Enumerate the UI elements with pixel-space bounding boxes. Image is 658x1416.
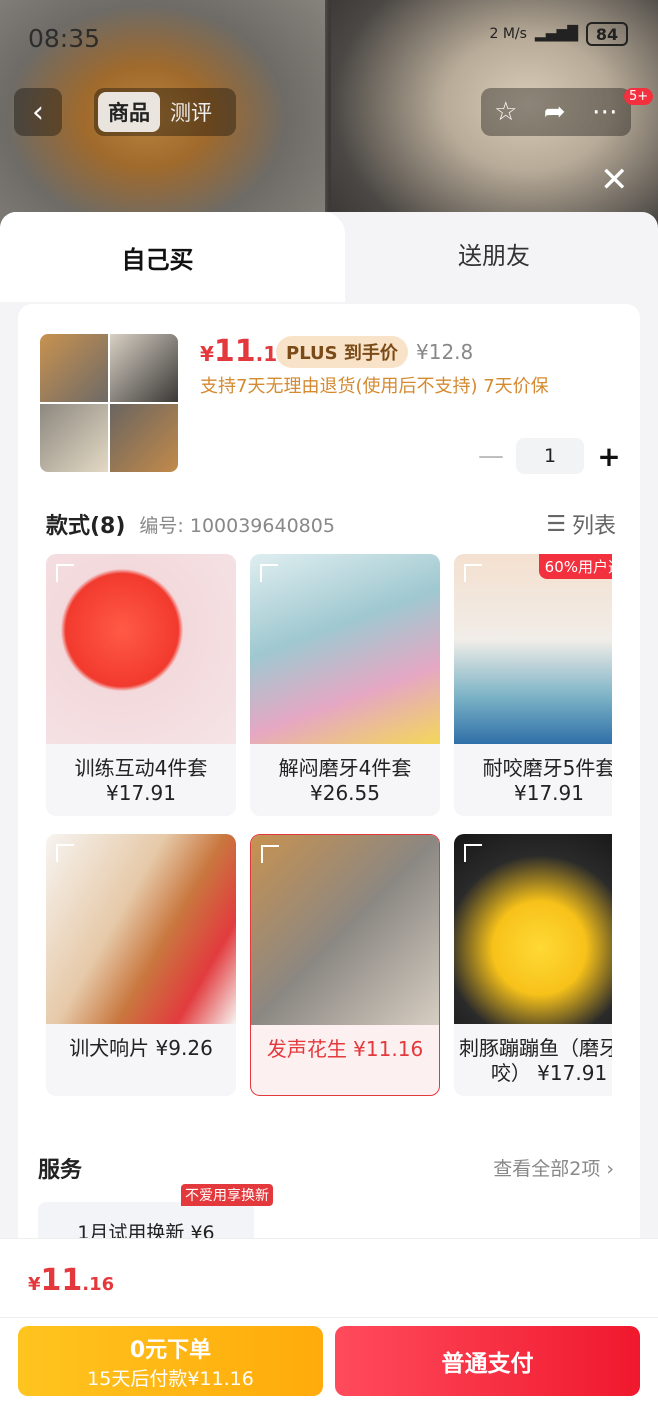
minus-button[interactable]: — — [476, 441, 506, 471]
spec-header: 款式(8) 编号: 100039640805 ☰ 列表 — [46, 504, 616, 544]
more-icon[interactable]: ⋯ — [592, 97, 618, 127]
tab-review[interactable]: 测评 — [160, 92, 222, 132]
return-policy: 支持7天无理由退货(使用后不支持) 7天价保 — [200, 376, 549, 397]
battery-icon: 84 — [586, 22, 628, 46]
normal-pay-button[interactable]: 普通支付 — [335, 1326, 640, 1396]
plus-price-badge: PLUS 到手价 — [276, 336, 408, 368]
spec-item[interactable]: 耐咬磨牙5件套 ¥17.91 60%用户选择 — [454, 554, 612, 816]
spec-item[interactable]: 训犬响片 ¥9.26 — [46, 834, 236, 1096]
signal-icon: ▂▄▆█ — [534, 26, 578, 42]
spec-item[interactable]: 刺豚蹦蹦鱼（磨牙耐咬） ¥17.91 — [454, 834, 612, 1096]
spec-title: 款式(8) — [46, 514, 126, 539]
quantity-value[interactable]: 1 — [516, 438, 584, 474]
service-see-all[interactable]: 查看全部2项 › — [493, 1154, 614, 1181]
list-view-button[interactable]: ☰ 列表 — [546, 508, 616, 540]
top-nav: ‹ 商品 测评 ☆ ➦ ⋯ 5+ — [0, 88, 658, 138]
tab-self[interactable]: 自己买 — [0, 212, 345, 302]
close-icon[interactable]: ✕ — [600, 160, 629, 200]
quantity-stepper: — 1 + — [476, 438, 624, 474]
list-icon: ☰ — [546, 511, 566, 537]
divider — [0, 1317, 658, 1318]
spec-image — [251, 835, 439, 1025]
status-icons: 2 M/s ▂▄▆█ 84 — [489, 22, 628, 46]
spec-item-selected[interactable]: 发声花生 ¥11.16 — [250, 834, 440, 1096]
hot-choice-badge: 60%用户选择 — [538, 554, 612, 579]
purchase-sheet: 送朋友 自己买 ¥11.16 PLUS 到手价 ¥12.8 支持7天无理由退货(… — [0, 212, 658, 1416]
nav-tabs: 商品 测评 — [94, 88, 236, 136]
net-speed: 2 M/s — [489, 26, 527, 42]
checkout-bar: ¥11.16 0元下单 15天后付款¥11.16 普通支付 — [0, 1238, 658, 1416]
plus-button[interactable]: + — [594, 440, 624, 473]
tab-gift[interactable]: 送朋友 — [330, 212, 658, 294]
product-thumbnail — [40, 334, 178, 472]
service-tag: 不爱用享换新 — [181, 1184, 273, 1206]
spec-image — [454, 834, 612, 1024]
status-bar: 08:35 2 M/s ▂▄▆█ 84 — [0, 18, 658, 62]
total-price: ¥11.16 — [28, 1263, 115, 1298]
chevron-left-icon: ‹ — [32, 94, 44, 130]
original-price: ¥12.8 — [416, 340, 474, 364]
spec-item[interactable]: 训练互动4件套 ¥17.91 — [46, 554, 236, 816]
share-icon[interactable]: ➦ — [544, 97, 566, 127]
tab-product[interactable]: 商品 — [98, 92, 160, 132]
product-code: 编号: 100039640805 — [139, 514, 335, 537]
spec-grid: 训练互动4件套 ¥17.91 解闷磨牙4件套 ¥26.55 耐咬磨牙5件套 ¥1… — [46, 554, 612, 1100]
chevron-right-icon: › — [606, 1158, 614, 1180]
pay-later-button[interactable]: 0元下单 15天后付款¥11.16 — [18, 1326, 323, 1396]
nav-actions: ☆ ➦ ⋯ — [481, 88, 631, 136]
spec-image — [250, 554, 440, 744]
status-time: 08:35 — [28, 24, 101, 53]
spec-item[interactable]: 解闷磨牙4件套 ¥26.55 — [250, 554, 440, 816]
star-icon[interactable]: ☆ — [494, 97, 517, 127]
spec-image — [454, 554, 612, 744]
spec-image — [46, 834, 236, 1024]
service-title: 服务 — [38, 1158, 83, 1183]
back-button[interactable]: ‹ — [14, 88, 62, 136]
spec-image — [46, 554, 236, 744]
more-badge: 5+ — [624, 88, 654, 105]
sheet-tabs: 送朋友 自己买 — [0, 212, 658, 302]
